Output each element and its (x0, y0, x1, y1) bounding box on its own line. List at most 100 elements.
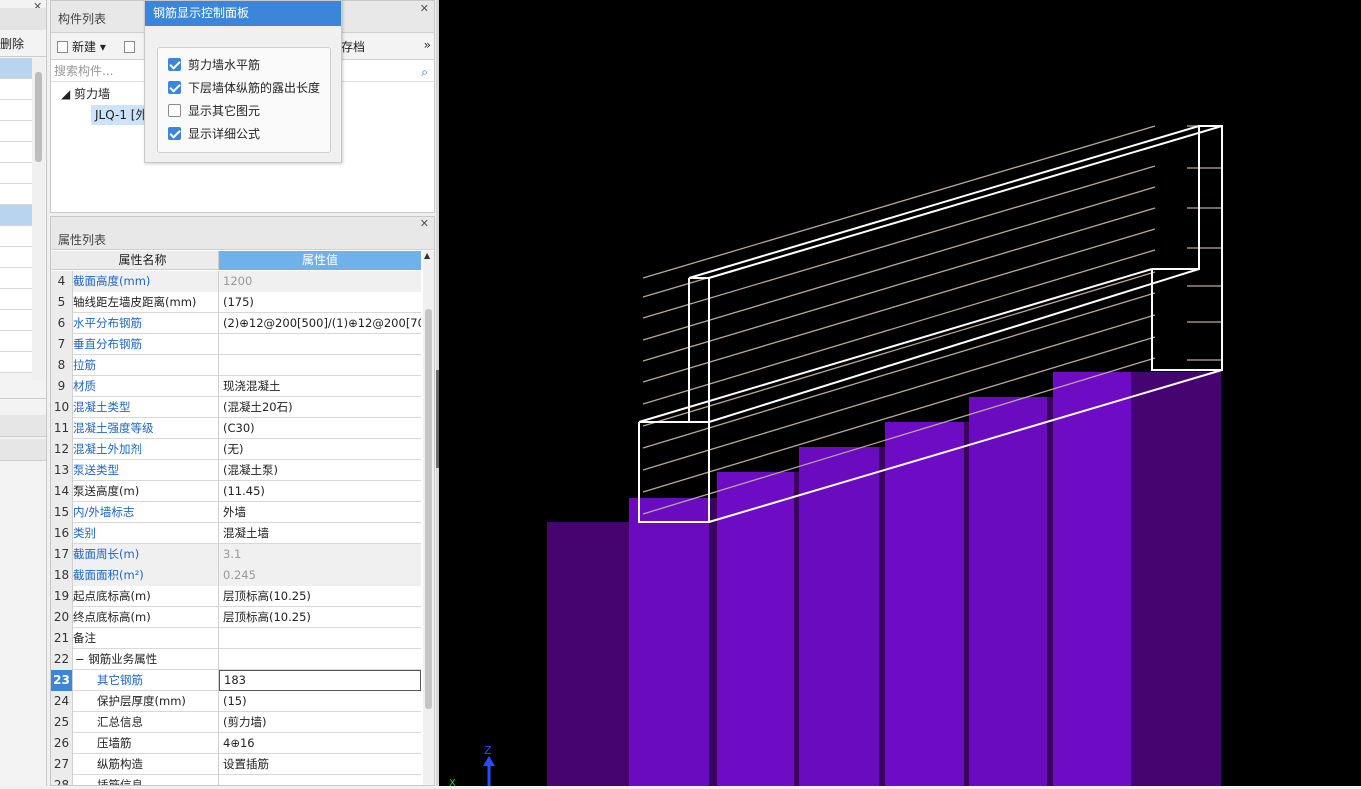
table-row[interactable]: 8 拉筋 (51, 355, 421, 376)
property-value[interactable]: 0.245 (219, 565, 421, 586)
delete-icon[interactable] (124, 41, 135, 53)
property-value[interactable] (219, 649, 421, 670)
table-row[interactable]: 12 混凝土外加剂 (无) (51, 439, 421, 460)
list-item[interactable] (0, 184, 32, 205)
property-value[interactable]: (175) (219, 292, 421, 313)
table-row[interactable]: 20 终点底标高(m) 层顶标高(10.25) (51, 607, 421, 628)
table-row[interactable]: 24 保护层厚度(mm) (15) (51, 691, 421, 712)
table-row[interactable]: 13 泵送类型 (混凝土泵) (51, 460, 421, 481)
checkbox-checked-icon[interactable] (168, 58, 181, 71)
rebar-line (642, 228, 1156, 383)
table-row[interactable]: 15 内/外墙标志 外墙 (51, 502, 421, 523)
property-name: 终点底标高(m) (73, 607, 219, 628)
table-row[interactable]: 26 压墙筋 4⊕16 (51, 733, 421, 754)
list-item[interactable] (0, 205, 32, 226)
table-row[interactable]: 11 混凝土强度等级 (C30) (51, 418, 421, 439)
property-value[interactable]: 层顶标高(10.25) (219, 586, 421, 607)
property-value[interactable] (219, 775, 421, 785)
tree-node-group[interactable]: ◢ 剪力墙 (61, 85, 110, 102)
3d-viewport[interactable]: Z X (439, 0, 1361, 789)
property-value[interactable]: 设置插筋 (219, 754, 421, 775)
checkbox-unchecked-icon[interactable] (168, 104, 181, 117)
tree-node-item[interactable]: JLQ-1 [外 (91, 105, 151, 125)
property-value[interactable]: 混凝土墙 (219, 523, 421, 544)
new-button[interactable]: 新建 ▾ (57, 38, 106, 55)
left-scrollbar[interactable] (32, 58, 45, 380)
table-row[interactable]: 14 泵送高度(m) (11.45) (51, 481, 421, 502)
property-value[interactable]: 3.1 (219, 544, 421, 565)
table-row[interactable]: 7 垂直分布钢筋 (51, 334, 421, 355)
property-value[interactable]: 现浇混凝土 (219, 376, 421, 397)
property-value-editor[interactable]: 183 (219, 670, 421, 691)
more-icon[interactable]: » (424, 38, 431, 52)
table-row[interactable]: 10 混凝土类型 (混凝土20石) (51, 397, 421, 418)
list-item[interactable] (0, 142, 32, 163)
property-value[interactable]: 4⊕16 (219, 733, 421, 754)
list-item[interactable] (0, 121, 32, 142)
property-value[interactable]: (15) (219, 691, 421, 712)
scroll-up-icon[interactable]: ▲ (424, 251, 430, 260)
list-item[interactable] (0, 58, 32, 79)
property-value[interactable]: (剪力墙) (219, 712, 421, 733)
list-item[interactable] (0, 163, 32, 184)
property-value[interactable] (219, 334, 421, 355)
table-row[interactable]: 28 插筋信息 (51, 775, 421, 785)
table-row[interactable]: 22− 钢筋业务属性 (51, 649, 421, 670)
left-lower-tab[interactable] (0, 415, 46, 437)
property-value[interactable]: (无) (219, 439, 421, 460)
left-panel-header (0, 8, 46, 30)
row-number: 7 (51, 334, 73, 355)
table-row[interactable]: 23 其它钢筋 183 (51, 670, 421, 691)
checkbox-checked-icon[interactable] (168, 127, 181, 140)
option-lower-wall-exposure[interactable]: 下层墙体纵筋的露出长度 (168, 78, 320, 98)
table-row[interactable]: 5 轴线距左墙皮距离(mm) (175) (51, 292, 421, 313)
property-scrollbar[interactable]: ▲ (423, 251, 434, 785)
property-value[interactable]: (11.45) (219, 481, 421, 502)
list-item[interactable] (0, 100, 32, 121)
left-lower-tab[interactable] (0, 439, 46, 461)
property-value[interactable]: 层顶标高(10.25) (219, 607, 421, 628)
table-row[interactable]: 6 水平分布钢筋 (2)⊕12@200[500]/(1)⊕12@200[70 (51, 313, 421, 334)
table-row[interactable]: 4 截面高度(mm) 1200 (51, 271, 421, 292)
table-row[interactable]: 16 类别 混凝土墙 (51, 523, 421, 544)
table-row[interactable]: 18 截面面积(m²) 0.245 (51, 565, 421, 586)
close-icon[interactable]: ✕ (420, 0, 429, 27)
property-value[interactable]: (混凝土泵) (219, 460, 421, 481)
list-item[interactable] (0, 289, 32, 310)
checkbox-checked-icon[interactable] (168, 81, 181, 94)
list-item[interactable] (0, 226, 32, 247)
search-icon[interactable]: ⌕ (421, 61, 428, 83)
table-row[interactable]: 9 材质 现浇混凝土 (51, 376, 421, 397)
column-header-value[interactable]: 属性值 (219, 251, 421, 270)
row-number: 12 (51, 439, 73, 460)
property-value[interactable]: (C30) (219, 418, 421, 439)
property-value[interactable]: 1200 (219, 271, 421, 292)
property-value[interactable] (219, 628, 421, 649)
property-value[interactable]: (2)⊕12@200[500]/(1)⊕12@200[70 (219, 313, 421, 334)
list-item[interactable] (0, 247, 32, 268)
list-item[interactable] (0, 331, 32, 352)
save-button[interactable]: 存档 (341, 38, 365, 55)
scroll-thumb[interactable] (35, 72, 42, 162)
property-value[interactable]: 外墙 (219, 502, 421, 523)
list-item[interactable] (0, 268, 32, 289)
delete-button[interactable]: 删除 (0, 31, 46, 57)
table-row[interactable]: 21 备注 (51, 628, 421, 649)
option-show-other-elements[interactable]: 显示其它图元 (168, 101, 260, 121)
option-horizontal-rebar[interactable]: 剪力墙水平筋 (168, 55, 260, 75)
table-row[interactable]: 27 纵筋构造 设置插筋 (51, 754, 421, 775)
column-header-name[interactable]: 属性名称 (51, 251, 219, 270)
table-row[interactable]: 19 起点底标高(m) 层顶标高(10.25) (51, 586, 421, 607)
search-input[interactable]: 搜索构件... (54, 64, 113, 78)
table-row[interactable]: 17 截面周长(m) 3.1 (51, 544, 421, 565)
close-icon[interactable]: ✕ (420, 217, 429, 247)
property-value[interactable]: (混凝土20石) (219, 397, 421, 418)
list-item[interactable] (0, 310, 32, 331)
list-item[interactable] (0, 79, 32, 100)
table-row[interactable]: 25 汇总信息 (剪力墙) (51, 712, 421, 733)
property-value[interactable] (219, 355, 421, 376)
option-show-formula[interactable]: 显示详细公式 (168, 124, 260, 144)
new-icon (57, 41, 68, 53)
list-item[interactable] (0, 352, 32, 373)
scroll-thumb[interactable] (425, 309, 432, 709)
